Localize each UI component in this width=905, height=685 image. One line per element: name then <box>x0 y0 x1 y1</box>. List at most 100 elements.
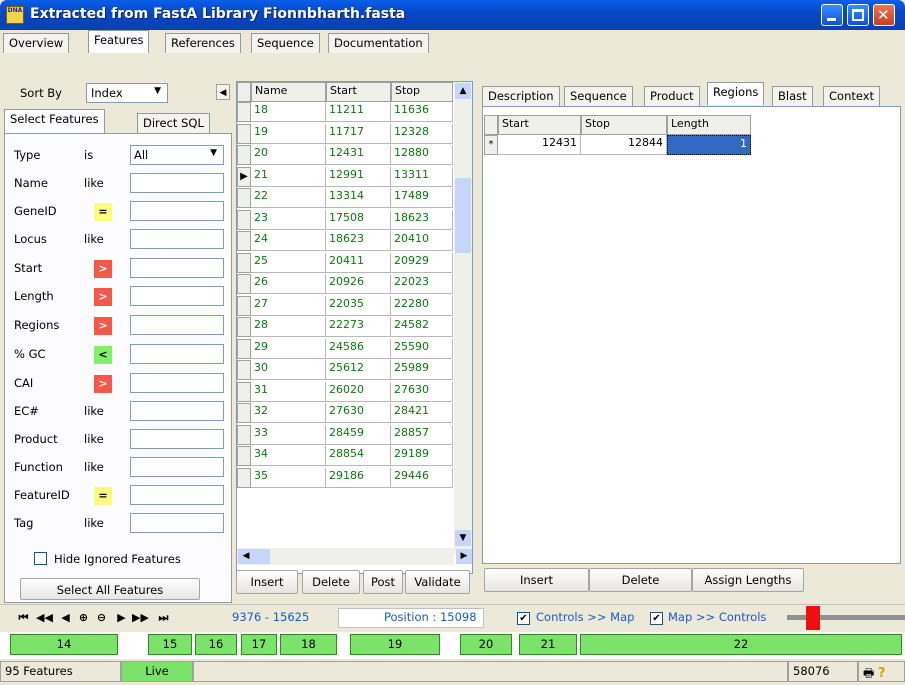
help-icon[interactable]: ? <box>878 666 886 681</box>
tab-blast[interactable]: Blast <box>772 86 813 106</box>
zoom-in-icon[interactable]: ⊕ <box>76 608 91 628</box>
next-icon[interactable]: ▶ <box>114 608 129 628</box>
map-segment[interactable]: 17 <box>241 634 277 655</box>
regions-header-length[interactable]: Length <box>667 115 751 135</box>
region-delete-button[interactable]: Delete <box>589 568 692 592</box>
feature-start-cell[interactable]: 20411 <box>326 253 391 273</box>
filter-input-type[interactable]: All ▼ <box>130 145 224 165</box>
scroll-left-icon[interactable]: ◀ <box>238 549 254 564</box>
feature-name-cell[interactable]: 19 <box>251 124 326 144</box>
hide-ignored-checkbox[interactable] <box>34 552 47 565</box>
feature-name-cell[interactable]: 18 <box>251 102 326 122</box>
feature-name-cell[interactable]: 22 <box>251 188 326 208</box>
map-segment[interactable]: 21 <box>519 634 577 655</box>
feature-start-cell[interactable]: 25612 <box>326 360 391 380</box>
select-all-features-button[interactable]: Select All Features <box>20 578 200 600</box>
feature-start-cell[interactable]: 24586 <box>326 339 391 359</box>
feature-stop-cell[interactable]: 28857 <box>391 425 453 445</box>
feature-name-cell[interactable]: 24 <box>251 231 326 251</box>
feature-start-cell[interactable]: 28854 <box>326 446 391 466</box>
row-indicator[interactable] <box>237 360 251 380</box>
row-indicator[interactable] <box>237 468 251 488</box>
collapse-left-icon[interactable]: ◀ <box>216 84 230 100</box>
filter-input-length[interactable] <box>130 286 224 306</box>
close-button[interactable]: ✕ <box>873 4 895 26</box>
filter-input-function[interactable] <box>130 457 224 477</box>
row-indicator[interactable] <box>237 296 251 316</box>
feature-name-cell[interactable]: 34 <box>251 446 326 466</box>
tab-detail-sequence[interactable]: Sequence <box>564 86 633 106</box>
first-icon[interactable]: ⏮ <box>16 608 31 628</box>
maximize-button[interactable] <box>847 4 869 26</box>
scroll-right-icon[interactable]: ▶ <box>456 549 472 564</box>
feature-stop-cell[interactable]: 25989 <box>391 360 453 380</box>
feature-stop-cell[interactable]: 20929 <box>391 253 453 273</box>
feature-stop-cell[interactable]: 28421 <box>391 403 453 423</box>
overview-slider-track[interactable] <box>787 615 905 620</box>
feature-name-cell[interactable]: 31 <box>251 382 326 402</box>
prev-icon[interactable]: ◀ <box>58 608 73 628</box>
filter-input-gc[interactable] <box>130 344 224 364</box>
feature-grid-header-name[interactable]: Name <box>251 82 326 102</box>
feature-stop-cell[interactable]: 24582 <box>391 317 453 337</box>
map-segment[interactable]: 15 <box>148 634 192 655</box>
filter-input-product[interactable] <box>130 429 224 449</box>
feature-start-cell[interactable]: 18623 <box>326 231 391 251</box>
assign-lengths-button[interactable]: Assign Lengths <box>692 568 804 592</box>
row-indicator[interactable] <box>237 425 251 445</box>
tab-overview[interactable]: Overview <box>3 33 70 53</box>
feature-name-cell[interactable]: 26 <box>251 274 326 294</box>
row-indicator[interactable] <box>237 231 251 251</box>
tab-product[interactable]: Product <box>644 86 700 106</box>
filter-input-locus[interactable] <box>130 229 224 249</box>
map-segment[interactable]: 18 <box>280 634 337 655</box>
filter-input-featureid[interactable] <box>130 485 224 505</box>
feature-validate-button[interactable]: Validate <box>405 570 470 594</box>
tab-documentation[interactable]: Documentation <box>328 33 429 53</box>
feature-start-cell[interactable]: 20926 <box>326 274 391 294</box>
controls-to-map-checkbox[interactable]: ✔ <box>517 612 530 625</box>
feature-stop-cell[interactable]: 17489 <box>391 188 453 208</box>
feature-start-cell[interactable]: 17508 <box>326 210 391 230</box>
tab-direct-sql[interactable]: Direct SQL <box>137 113 210 133</box>
filter-input-ec[interactable] <box>130 401 224 421</box>
row-indicator[interactable] <box>237 253 251 273</box>
feature-stop-cell[interactable]: 22280 <box>391 296 453 316</box>
feature-grid-header-start[interactable]: Start <box>326 82 391 102</box>
filter-input-geneid[interactable] <box>130 201 224 221</box>
feature-start-cell[interactable]: 26020 <box>326 382 391 402</box>
feature-stop-cell[interactable]: 12880 <box>391 145 453 165</box>
feature-stop-cell[interactable]: 29446 <box>391 468 453 488</box>
tab-references[interactable]: References <box>165 33 241 53</box>
row-indicator[interactable] <box>237 188 251 208</box>
feature-start-cell[interactable]: 13314 <box>326 188 391 208</box>
region-insert-button[interactable]: Insert <box>484 568 589 592</box>
feature-vscroll-thumb[interactable] <box>455 178 471 253</box>
row-indicator[interactable] <box>237 145 251 165</box>
filter-input-name[interactable] <box>130 173 224 193</box>
regions-header-stop[interactable]: Stop <box>581 115 667 135</box>
row-indicator[interactable] <box>237 403 251 423</box>
tab-sequence[interactable]: Sequence <box>251 33 320 53</box>
overview-slider-thumb[interactable] <box>806 606 820 630</box>
feature-stop-cell[interactable]: 13311 <box>391 167 453 187</box>
filter-input-start[interactable] <box>130 258 224 278</box>
feature-name-cell[interactable]: 33 <box>251 425 326 445</box>
feature-start-cell[interactable]: 28459 <box>326 425 391 445</box>
feature-start-cell[interactable]: 12991 <box>326 167 391 187</box>
scroll-down-icon[interactable]: ▼ <box>455 530 471 546</box>
feature-name-cell[interactable]: 25 <box>251 253 326 273</box>
row-indicator[interactable] <box>237 210 251 230</box>
tab-regions[interactable]: Regions <box>707 82 765 105</box>
feature-start-cell[interactable]: 27630 <box>326 403 391 423</box>
scroll-up-icon[interactable]: ▲ <box>455 83 471 99</box>
map-segment[interactable]: 14 <box>10 634 118 655</box>
filter-input-tag[interactable] <box>130 513 224 533</box>
minimize-button[interactable] <box>821 4 843 26</box>
feature-start-cell[interactable]: 11717 <box>326 124 391 144</box>
zoom-out-icon[interactable]: ⊖ <box>94 608 109 628</box>
row-indicator[interactable] <box>237 339 251 359</box>
region-stop-cell[interactable]: 12844 <box>581 135 667 155</box>
feature-insert-button[interactable]: Insert <box>236 570 298 594</box>
feature-start-cell[interactable]: 22273 <box>326 317 391 337</box>
